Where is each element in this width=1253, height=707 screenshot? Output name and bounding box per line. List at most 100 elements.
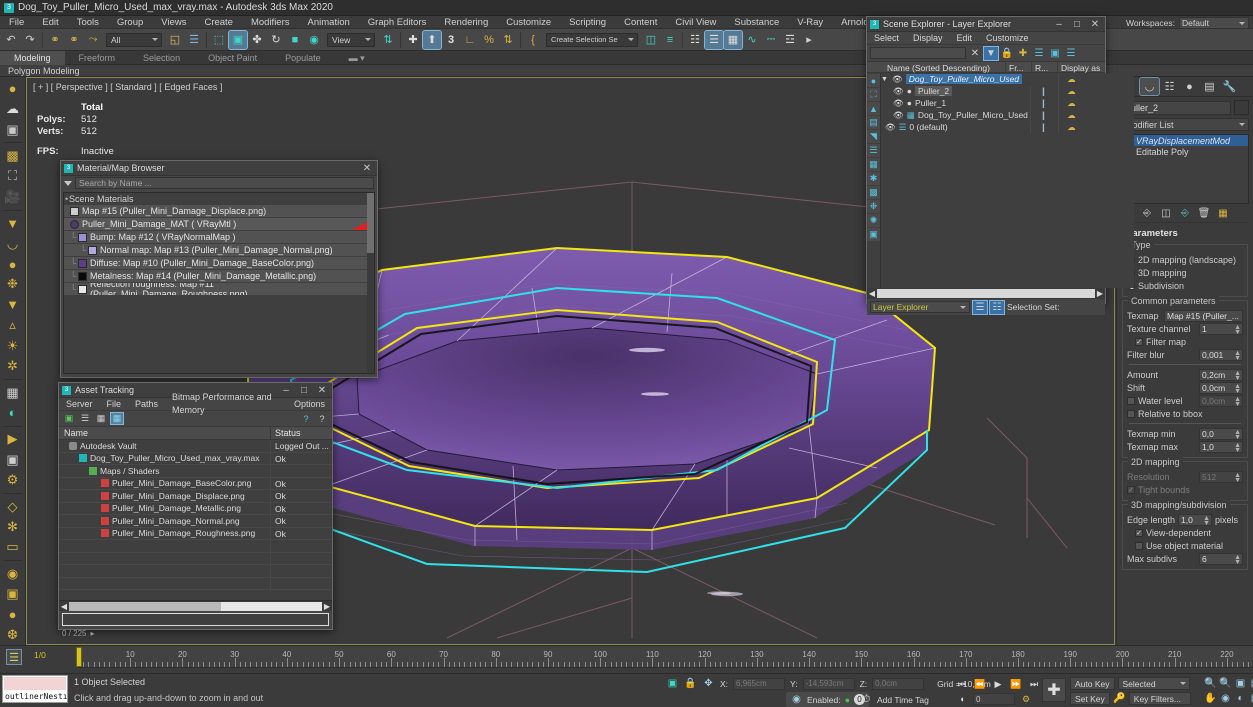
field-of-view-icon[interactable]: ◐ xyxy=(1234,692,1247,705)
spinner-arrows-icon[interactable]: ▲▼ xyxy=(1234,351,1241,361)
filter-blur-spinner[interactable]: 0,001 ▲▼ xyxy=(1199,349,1243,361)
physical-camera-icon[interactable]: ▩ xyxy=(3,146,23,165)
camera-icon[interactable]: ⛶ xyxy=(3,167,23,186)
time-configuration-icon[interactable]: ⚙ xyxy=(1018,692,1034,706)
column-header-display-as[interactable]: Display as xyxy=(1057,62,1105,72)
lock-icon[interactable]: 🔒 xyxy=(684,677,697,690)
utilities-tab[interactable]: 🔧 xyxy=(1220,78,1239,95)
list-item[interactable]: 👁 ☰ 0 (default) ❙ ☁ xyxy=(881,121,1134,133)
absolute-relative-transform-icon[interactable]: ✥ xyxy=(702,677,715,690)
menu-item-modifiers[interactable]: Modifiers xyxy=(242,16,299,29)
modifier-list-combo[interactable]: Modifier List xyxy=(1121,118,1249,131)
search-input[interactable]: Search by Name ... xyxy=(75,177,374,189)
table-row[interactable]: Puller_Mini_Damage_Displace.png Ok xyxy=(59,490,332,503)
scene-menu-display[interactable]: Display xyxy=(906,32,950,45)
key-filters-button[interactable]: Key Filters... xyxy=(1129,692,1191,705)
list-item[interactable]: 👁 ▦ Dog_Toy_Puller_Micro_Used ❙ ☁ xyxy=(881,109,1134,121)
list-item[interactable]: 👁 ● Puller_1 ❙ ☁ xyxy=(881,97,1134,109)
water-level-spinner[interactable]: 0,0cm ▲▼ xyxy=(1199,395,1243,407)
motion-tab[interactable]: ● xyxy=(1180,78,1199,95)
column-header-status[interactable]: Status xyxy=(270,427,332,439)
pin-stack-icon[interactable]: ⎆ xyxy=(1140,206,1154,220)
movie-camera-icon[interactable]: 🎥 xyxy=(3,187,23,206)
material-row[interactable]: Puller_Mini_Damage_MAT ( VRayMtl ) xyxy=(64,218,374,231)
scroll-right-icon[interactable]: ▶ xyxy=(322,602,332,611)
select-cameras-icon[interactable]: ⛶ xyxy=(867,88,880,101)
close-icon[interactable]: ✕ xyxy=(315,384,329,397)
vault-login-icon[interactable]: ▣ xyxy=(62,412,76,425)
vray-toolbar-extra1-icon[interactable]: ◉ xyxy=(3,564,23,583)
filter-icon[interactable]: ▼ xyxy=(984,47,998,60)
unlink-selection-icon[interactable]: ⚭ xyxy=(65,31,83,49)
z-coordinate-field[interactable]: 0,0cm xyxy=(872,678,924,690)
table-row[interactable]: Maps / Shaders xyxy=(59,465,332,478)
undo-button[interactable]: ↶ xyxy=(2,31,20,49)
select-and-move-icon[interactable]: ✤ xyxy=(248,31,266,49)
ribbon-tab-object-paint[interactable]: Object Paint xyxy=(194,51,271,65)
clear-search-icon[interactable]: ✕ xyxy=(968,47,982,60)
ribbon-tab-modeling[interactable]: Modeling xyxy=(0,51,65,65)
vray-toolbar-extra4-icon[interactable]: ❆ xyxy=(3,625,23,644)
mirror-icon[interactable]: ✚ xyxy=(404,31,422,49)
select-particles-icon[interactable]: ❉ xyxy=(867,200,880,213)
asset-menu-paths[interactable]: Paths xyxy=(128,398,165,411)
material-browser-list[interactable]: Scene Materials Map #15 (Puller_Mini_Dam… xyxy=(63,192,375,374)
menu-item-edit[interactable]: Edit xyxy=(33,16,67,29)
material-browser-scrollbar[interactable] xyxy=(367,193,374,373)
spinner-arrows-icon[interactable]: ▲▼ xyxy=(1234,443,1241,453)
table-row[interactable]: Puller_Mini_Damage_Metallic.png Ok xyxy=(59,503,332,516)
list-view-icon[interactable]: ☰ xyxy=(78,412,92,425)
maximize-icon[interactable]: □ xyxy=(1070,18,1084,31)
parameters-header[interactable]: Parameters xyxy=(1120,226,1250,241)
align-objects-icon[interactable]: ≡ xyxy=(661,31,679,49)
scene-menu-select[interactable]: Select xyxy=(867,32,906,45)
snaps-toggle-icon[interactable]: 3 xyxy=(442,31,460,49)
window-crossing-icon[interactable]: ▣ xyxy=(229,31,247,49)
resize-grip-icon[interactable]: ▸ xyxy=(90,629,94,638)
select-and-place-icon[interactable]: ◉ xyxy=(305,31,323,49)
list-item[interactable]: 👁 ● Puller_2 ❙ ☁ xyxy=(881,85,1134,97)
table-row[interactable]: Dog_Toy_Puller_Micro_Used_max_vray.max O… xyxy=(59,453,332,466)
scrollbar-track[interactable] xyxy=(69,602,322,611)
rectangular-selection-region-icon[interactable]: ⬚ xyxy=(210,31,228,49)
eye-icon[interactable]: 👁 xyxy=(893,98,904,109)
checkbox-icon[interactable] xyxy=(1135,529,1143,537)
edge-length-spinner[interactable]: 1,0 ▲▼ xyxy=(1178,514,1212,526)
percent-snap-toggle-icon[interactable]: % xyxy=(480,31,498,49)
asset-tracking-window[interactable]: 3 Asset Tracking – □ ✕ ServerFilePathsBi… xyxy=(58,382,333,630)
asset-menu-bitmap-performance-and-memory[interactable]: Bitmap Performance and Memory xyxy=(165,391,287,417)
render-setup-icon[interactable]: ⎓ xyxy=(762,31,780,49)
add-time-tag-group[interactable]: ⏱ Add Time Tag xyxy=(860,693,929,706)
spotlight-icon[interactable]: ▼ xyxy=(3,213,23,232)
modifier-stack-item-editable-poly[interactable]: ▸ Editable Poly xyxy=(1122,146,1248,157)
checkbox-icon[interactable] xyxy=(1127,397,1135,405)
lock-icon[interactable]: 🔒 xyxy=(1000,47,1014,60)
checkbox-icon[interactable] xyxy=(1127,410,1135,418)
menu-item-tools[interactable]: Tools xyxy=(68,16,108,29)
hierarchy-tab[interactable]: ☷ xyxy=(1160,78,1179,95)
scene-menu-customize[interactable]: Customize xyxy=(979,32,1036,45)
select-bones-icon[interactable]: ✱ xyxy=(867,172,880,185)
select-all-icon[interactable]: ▣ xyxy=(867,228,880,241)
column-header-name[interactable]: Name xyxy=(59,427,270,439)
spinner-arrows-icon[interactable]: ▲▼ xyxy=(1234,371,1241,381)
select-layer-objects-icon[interactable]: ▣ xyxy=(1048,47,1062,60)
show-end-result-icon[interactable]: ◫ xyxy=(1159,206,1173,220)
frozen-cell[interactable]: ❙ xyxy=(1030,86,1056,97)
menu-item-views[interactable]: Views xyxy=(152,16,195,29)
explorer-mode-combo[interactable]: Layer Explorer xyxy=(870,301,970,313)
vray-frame-buffer-icon[interactable]: ▣ xyxy=(3,450,23,469)
select-by-name-icon[interactable]: ☰ xyxy=(185,31,203,49)
auto-key-button[interactable]: Auto Key xyxy=(1070,677,1115,690)
scene-converter-icon[interactable]: ● xyxy=(3,79,23,98)
time-slider-handle[interactable] xyxy=(76,647,82,667)
select-layers-icon[interactable]: ☰ xyxy=(867,144,880,157)
go-to-end-icon[interactable]: ⏭ xyxy=(1026,677,1042,691)
play-animation-icon[interactable]: ▶ xyxy=(990,677,1006,691)
maxscript-mini-listener[interactable]: outlinerNestı xyxy=(2,675,68,703)
scrollbar-thumb[interactable] xyxy=(367,193,374,253)
vray-fur-icon[interactable]: ✻ xyxy=(3,517,23,536)
menu-item-scripting[interactable]: Scripting xyxy=(560,16,615,29)
scene-explorer-tree[interactable]: ▼ 👁 Dog_Toy_Puller_Micro_Used ☁ 👁 ● Pull… xyxy=(881,73,1134,288)
add-layer-icon[interactable]: ✚ xyxy=(1016,47,1030,60)
